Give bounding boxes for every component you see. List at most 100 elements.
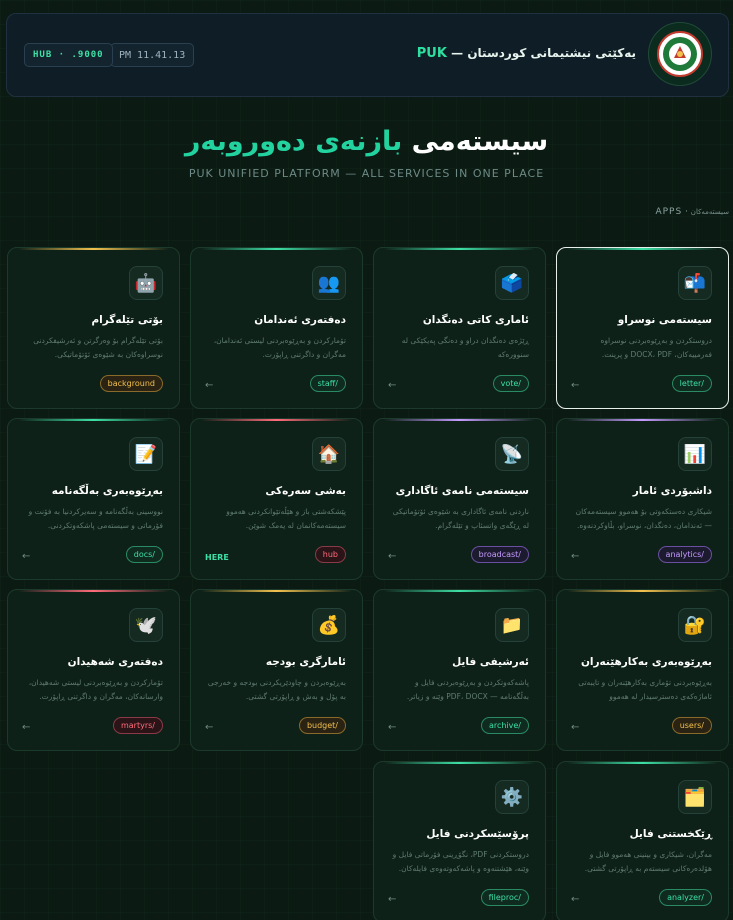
brand-title: یەکێتی نیشتیمانی کوردستان — PUK: [417, 46, 636, 61]
app-card-staff[interactable]: 👥 دەفتەری ئەندامان تۆمارکردن و بەڕێوەبردنی…: [190, 247, 363, 409]
card-title: ئاماری کاتی دەنگدان: [422, 314, 529, 326]
open-arrow-icon[interactable]: ←: [205, 380, 213, 391]
page-subtitle: PUK UNIFIED PLATFORM — ALL SERVICES IN O…: [188, 167, 545, 180]
robot-icon: 🤖: [129, 266, 163, 300]
card-description: ناردنی نامەی ئاگاداری بە شێوەی ئۆتۆماتیک…: [392, 507, 529, 530]
card-title: ئەرشیفی فایل: [452, 656, 529, 668]
card-accent-line: [201, 248, 352, 250]
ballot-box-icon: 🗳️: [495, 266, 529, 300]
memo-icon: 📝: [129, 437, 163, 471]
top-header: یەکێتی نیشتیمانی کوردستان — PUK PM 11.41…: [6, 13, 729, 97]
card-accent-line: [18, 590, 169, 592]
folder-icon: 📁: [495, 608, 529, 642]
app-card-analytics[interactable]: 📊 داشبۆردی ئامار شیکاری دەستکەوتی بۆ هەموو…: [556, 418, 729, 580]
card-description: شیکاری دەستکەوتی بۆ هەموو سیستەمەکان — ئ…: [575, 507, 712, 530]
card-description: تۆمارکردن و بەڕێوەبردنی لیستی شەهیدان، و…: [28, 678, 163, 701]
app-card-fileproc[interactable]: ⚙️ پرۆسێسکردنی فایل دروستکردنی PDF، نگۆڕین…: [373, 761, 546, 920]
card-route-badge[interactable]: docs/: [125, 546, 163, 563]
apps-label-sep: ·: [682, 207, 691, 217]
open-arrow-icon[interactable]: ←: [571, 380, 579, 391]
card-description: دروستکردنی PDF، نگۆڕینی فۆرماتی فایل و و…: [392, 850, 529, 873]
open-arrow-icon[interactable]: ←: [388, 380, 396, 391]
card-description: نووسینی بەڵگەنامە و سەیرکردنیا بە فۆنت و…: [28, 507, 163, 530]
card-route-badge[interactable]: martyrs/: [112, 717, 163, 734]
card-accent-line: [18, 248, 169, 250]
card-route-badge[interactable]: users/: [671, 717, 712, 734]
brand-name: یەکێتی نیشتیمانی کوردستان: [467, 46, 636, 60]
card-route-badge[interactable]: fileproc/: [480, 889, 529, 906]
app-card-background[interactable]: 🤖 بۆتی تێلەگرام بۆتی تێلەگرام بۆ وەرگرتن و…: [7, 247, 180, 409]
bar-chart-icon: 📊: [678, 437, 712, 471]
card-title: سیستەمی نامەی ئاگاداری: [395, 485, 529, 497]
card-route-badge[interactable]: hub: [314, 546, 346, 563]
open-arrow-icon[interactable]: ←: [388, 551, 396, 562]
app-card-budget[interactable]: 💰 ئامارگری بودجە بەڕێوەبردن و چاودێریکردنی…: [190, 589, 363, 751]
app-card-letter[interactable]: 📬 سیستەمی نوسراو دروستکردن و بەڕێوەبردنی ن…: [556, 247, 729, 409]
card-description: ڕێژەی دەنگدان دراو و دەنگی پەیکێکی لە سن…: [401, 336, 529, 359]
apps-section-label: سیستەمەکان · APPS: [655, 207, 729, 217]
satellite-dish-icon: 📡: [495, 437, 529, 471]
card-title: بەڕێوەبەری بەڵگەنامە: [51, 485, 163, 497]
card-route-badge[interactable]: letter/: [671, 375, 712, 392]
card-title: دەفتەری ئەندامان: [254, 314, 346, 326]
card-accent-line: [384, 248, 535, 250]
clock-display: PM 11.41.13: [110, 43, 195, 67]
card-route-badge[interactable]: archive/: [480, 717, 529, 734]
open-arrow-icon[interactable]: ←: [205, 722, 213, 733]
card-description: بەڕێوەبردنی تۆماری بەکارهێنەران و تایبەت…: [578, 678, 712, 701]
card-title: بەشی سەرەکی: [265, 485, 346, 497]
open-arrow-icon[interactable]: ←: [22, 722, 30, 733]
app-card-archive[interactable]: 📁 ئەرشیفی فایل پاشەکەوتکردن و بەڕێوەبردنی …: [373, 589, 546, 751]
lock-key-icon: 🔐: [678, 608, 712, 642]
card-accent-line: [201, 419, 352, 421]
open-arrow-icon[interactable]: ←: [22, 551, 30, 562]
app-card-vote[interactable]: 🗳️ ئاماری کاتی دەنگدان ڕێژەی دەنگدان دراو …: [373, 247, 546, 409]
card-accent-line: [567, 590, 718, 592]
card-route-badge[interactable]: budget/: [298, 717, 346, 734]
page-title: سیستەمی بازنەی دەوروبەر: [0, 126, 733, 157]
card-title: ڕێکخستنی فایل: [629, 828, 712, 840]
card-title: بەڕێوەبەری بەکارهێنەران: [580, 656, 712, 668]
open-arrow-icon[interactable]: ←: [571, 894, 579, 905]
card-accent-line: [567, 248, 718, 250]
card-route-badge[interactable]: staff/: [309, 375, 346, 392]
card-title: بۆتی تێلەگرام: [91, 314, 163, 326]
card-title: دەفتەری شەهیدان: [67, 656, 163, 668]
brand-separator: —: [446, 46, 468, 60]
card-route-badge[interactable]: broadcast/: [470, 546, 529, 563]
apps-label-sub: سیستەمەکان: [690, 208, 729, 216]
dove-icon: 🕊️: [129, 608, 163, 642]
app-card-martyrs[interactable]: 🕊️ دەفتەری شەهیدان تۆمارکردن و بەڕێوەبردنی…: [7, 589, 180, 751]
card-route-badge[interactable]: vote/: [492, 375, 529, 392]
open-arrow-icon[interactable]: ←: [571, 551, 579, 562]
apps-label-main: APPS: [655, 207, 683, 217]
card-title: داشبۆردی ئامار: [632, 485, 712, 497]
brand-short: PUK: [416, 46, 447, 61]
card-description: بەڕێوەبردن و چاودێریکردنی بودجە و خەرجی …: [207, 678, 346, 701]
page-title-part2: بازنەی دەوروبەر: [184, 126, 403, 157]
card-title: پرۆسێسکردنی فایل: [426, 828, 529, 840]
card-route-badge[interactable]: analyzer/: [659, 889, 712, 906]
app-card-docs[interactable]: 📝 بەڕێوەبەری بەڵگەنامە نووسینی بەڵگەنامە و…: [7, 418, 180, 580]
current-location-label: HERE: [205, 553, 229, 562]
card-accent-line: [567, 762, 718, 764]
app-card-hub[interactable]: 🏠 بەشی سەرەکی پێشکەشتی باز و هێڵەتێوانکردن…: [190, 418, 363, 580]
open-arrow-icon[interactable]: ←: [571, 722, 579, 733]
card-route-badge[interactable]: background: [99, 375, 163, 392]
money-bag-icon: 💰: [312, 608, 346, 642]
open-arrow-icon[interactable]: ←: [388, 894, 396, 905]
card-title: سیستەمی نوسراو: [617, 314, 712, 326]
app-card-analyzer[interactable]: 🗂️ ڕێکخستنی فایل مەگران، شیکاری و بینینی ه…: [556, 761, 729, 920]
card-accent-line: [18, 419, 169, 421]
app-card-users[interactable]: 🔐 بەڕێوەبەری بەکارهێنەران بەڕێوەبردنی تۆما…: [556, 589, 729, 751]
card-description: دروستکردن و بەڕێوەبردنی نوسراوە فەرمییەک…: [600, 336, 712, 359]
open-arrow-icon[interactable]: ←: [388, 722, 396, 733]
card-description: بۆتی تێلەگرام بۆ وەرگرتن و ئەرشیفکردنی ن…: [33, 336, 163, 359]
people-icon: 👥: [312, 266, 346, 300]
card-accent-line: [384, 762, 535, 764]
card-description: تۆمارکردن و بەڕێوەبردنی لیستی ئەندامان، …: [213, 336, 346, 359]
app-card-broadcast[interactable]: 📡 سیستەمی نامەی ئاگاداری ناردنی نامەی ئاگا…: [373, 418, 546, 580]
mailbox-icon: 📬: [678, 266, 712, 300]
card-route-badge[interactable]: analytics/: [657, 546, 712, 563]
card-description: پاشەکەوتکردن و بەڕێوەبردنی فایل و بەڵگەن…: [406, 678, 529, 701]
